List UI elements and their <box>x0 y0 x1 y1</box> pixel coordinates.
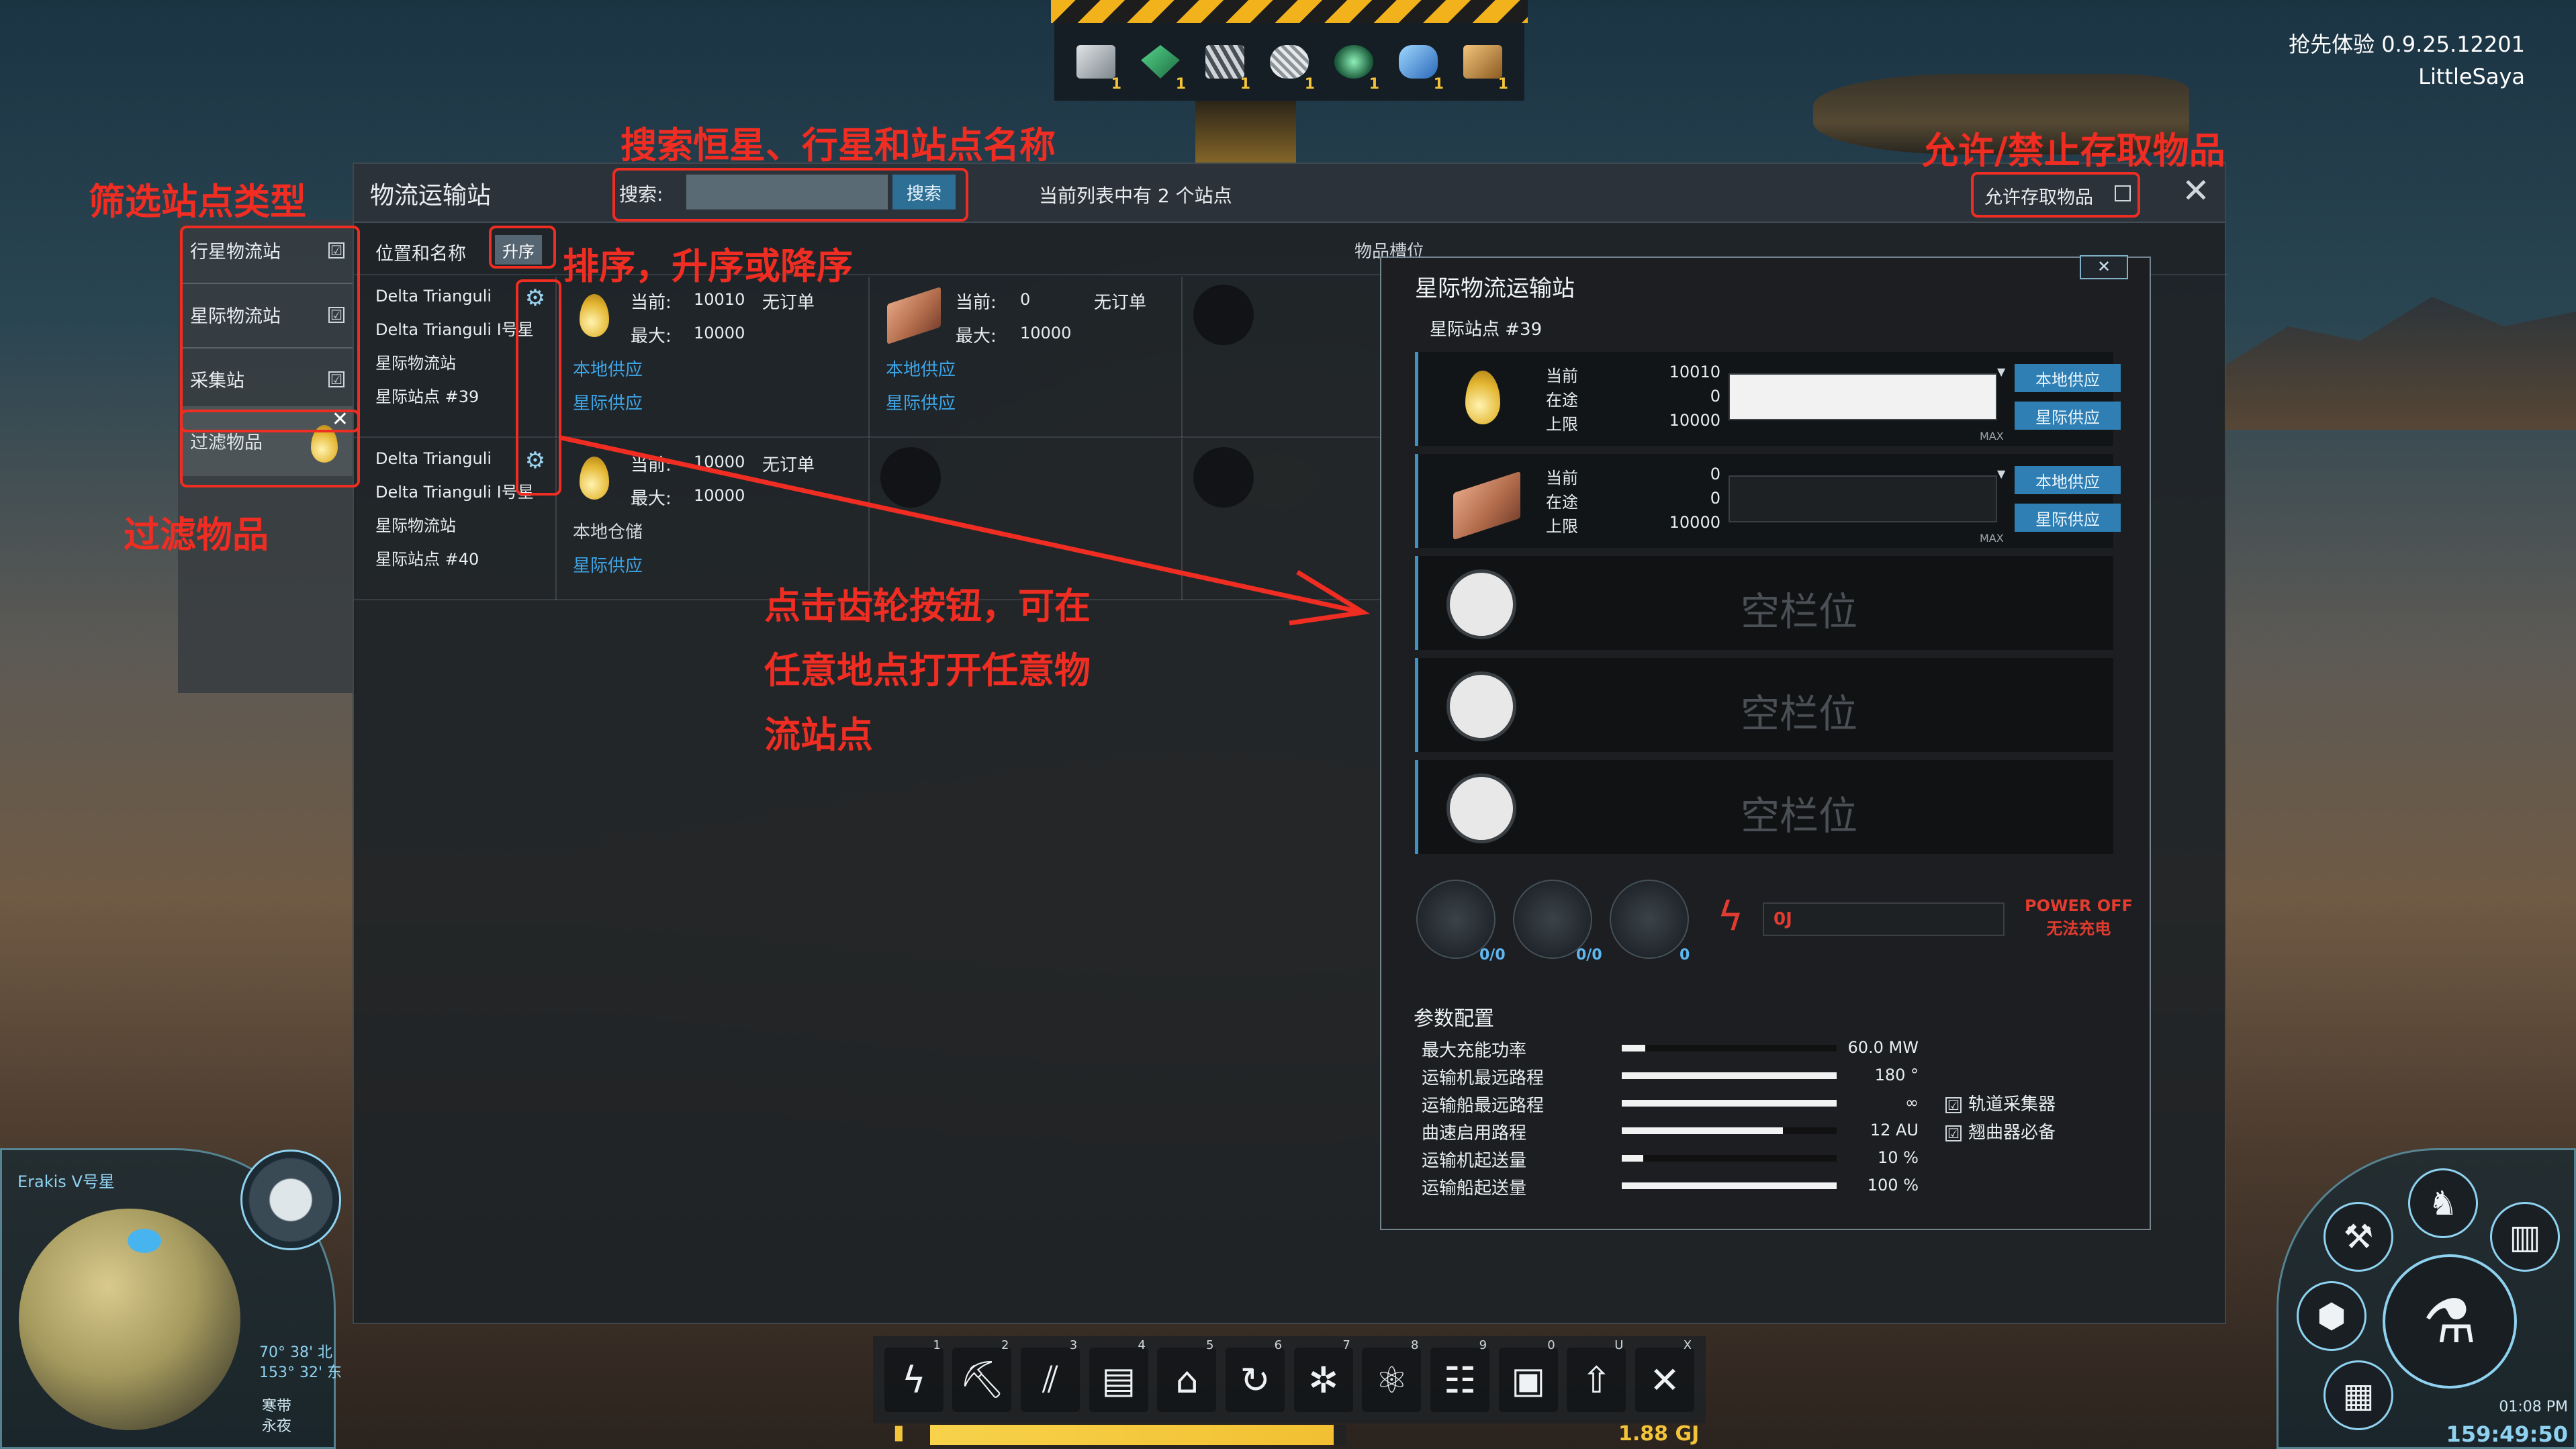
battery-icon: ▮ <box>893 1421 905 1444</box>
factory-tool-button[interactable]: ⌂ 5 <box>1157 1338 1217 1412</box>
upgrade-tool-button[interactable]: ⇧ U <box>1567 1338 1626 1412</box>
player-location-marker <box>128 1229 161 1253</box>
hotkey: 5 <box>1206 1338 1214 1352</box>
hotkey: X <box>1683 1338 1692 1352</box>
dismantle-icon: ✕ <box>1649 1358 1680 1401</box>
mecha-button[interactable]: ♞ <box>2408 1168 2478 1238</box>
starmap-icon[interactable] <box>240 1150 341 1250</box>
belt-icon: ⫽ <box>1042 1358 1059 1401</box>
storage-tool-button[interactable]: ▤ 4 <box>1089 1338 1148 1412</box>
hotkey: U <box>1614 1338 1624 1352</box>
logistics-tool-button[interactable]: ☷ 9 <box>1430 1338 1490 1412</box>
hotkey: 0 <box>1547 1338 1555 1352</box>
cycle-icon: ↻ <box>1240 1358 1271 1401</box>
mining-tool-button[interactable]: ⛏ 2 <box>952 1338 1012 1412</box>
planet-name: Erakis V号星 <box>17 1172 115 1191</box>
stats-button[interactable]: ▥ <box>2490 1202 2560 1272</box>
clock: 01:08 PM 159:49:50 <box>2446 1394 2568 1449</box>
factory-icon: ⌂ <box>1175 1358 1199 1401</box>
climate-zone: 寒带 <box>262 1398 292 1415</box>
inventory-button[interactable]: ⬢ <box>2297 1281 2366 1351</box>
arrow-line <box>561 435 1357 614</box>
build-menu-button[interactable]: ⚒ <box>2324 1202 2393 1272</box>
upgrade-icon: ⇧ <box>1581 1358 1612 1401</box>
lightning-icon: ϟ <box>902 1358 926 1401</box>
power-tool-button[interactable]: ϟ1 <box>884 1338 944 1412</box>
grid-icon: ☷ <box>1443 1358 1477 1401</box>
hotkey: 4 <box>1138 1338 1146 1352</box>
play-time: 159:49:50 <box>2446 1421 2568 1447</box>
cycle-tool-button[interactable]: ↻ 6 <box>1226 1338 1285 1412</box>
flask-icon: ⚗ <box>2422 1286 2477 1357</box>
hotkey: 9 <box>1479 1338 1487 1352</box>
climate-info: 寒带 永夜 <box>262 1397 291 1437</box>
energy-value: 1.88 GJ <box>1618 1422 1700 1446</box>
hotkey: 3 <box>1069 1338 1078 1352</box>
game-time: 01:08 PM <box>2499 1399 2568 1415</box>
chemistry-tool-button[interactable]: ✲ 7 <box>1293 1338 1353 1412</box>
latitude: 70° 38' 北 <box>259 1344 333 1361</box>
belt-tool-button[interactable]: ⫽ 3 <box>1021 1338 1080 1412</box>
storage-icon: ▤ <box>1101 1358 1136 1401</box>
energy-bar <box>930 1425 1346 1445</box>
grid-icon: ▦ <box>2342 1376 2375 1415</box>
mecha-icon: ♞ <box>2428 1184 2458 1223</box>
day-night-state: 永夜 <box>262 1418 292 1435</box>
hotkey: 7 <box>1342 1338 1350 1352</box>
molecule-icon: ✲ <box>1308 1358 1339 1401</box>
coordinates: 70° 38' 北 153° 32' 东 <box>259 1343 342 1383</box>
hotkey: 8 <box>1410 1338 1419 1352</box>
dismantle-tool-button[interactable]: ✕ X <box>1635 1338 1695 1412</box>
hotkey: 1 <box>933 1338 941 1352</box>
energy-bar-fill <box>930 1425 1334 1445</box>
cube-icon: ⬢ <box>2317 1297 2346 1336</box>
hammer-icon: ⚒ <box>2343 1217 2374 1256</box>
chart-icon: ▥ <box>2509 1217 2541 1256</box>
blueprint-tool-button[interactable]: ▣ 0 <box>1498 1338 1558 1412</box>
research-button[interactable]: ⚗ <box>2383 1254 2517 1389</box>
hotkey: 6 <box>1274 1338 1283 1352</box>
longitude: 153° 32' 东 <box>259 1364 342 1381</box>
blueprint-icon: ▣ <box>1511 1358 1546 1401</box>
build-toolbar: ϟ1 ⛏ 2 ⫽ 3 ▤ 4 ⌂ 5 ↻ 6 ✲ 7 ⚛ 8 ☷ 9 ▣ 0 ⇧ U ✕ X <box>873 1336 1706 1423</box>
blueprint-library-button[interactable]: ▦ <box>2324 1360 2393 1430</box>
hotkey: 2 <box>1001 1338 1009 1352</box>
pickaxe-icon: ⛏ <box>959 1358 1005 1401</box>
atom-icon: ⚛ <box>1375 1358 1408 1401</box>
annotation-arrow <box>561 435 1371 626</box>
research-tool-button[interactable]: ⚛ 8 <box>1362 1338 1422 1412</box>
